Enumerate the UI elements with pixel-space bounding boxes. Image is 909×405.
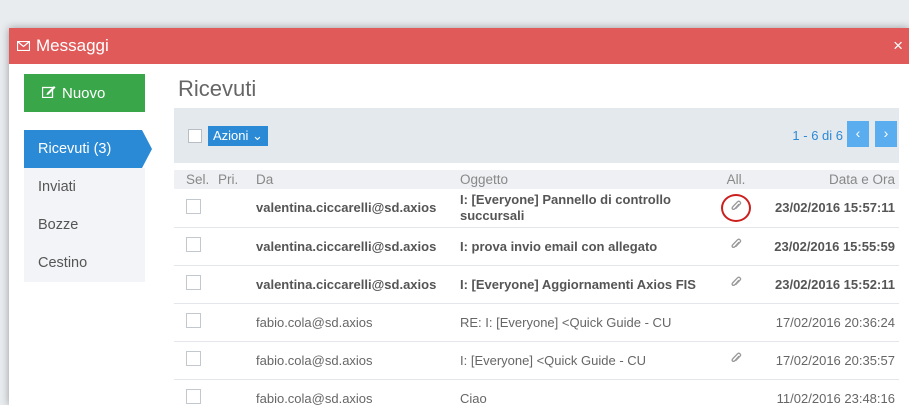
subject: I: [Everyone] <Quick Guide - CU (460, 341, 714, 380)
subject: RE: I: [Everyone] <Quick Guide - CU (460, 303, 714, 342)
table-row[interactable]: valentina.ciccarelli@sd.axios I: [Everyo… (174, 265, 899, 304)
table-row[interactable]: valentina.ciccarelli@sd.axios I: [Everyo… (174, 189, 899, 228)
subject: I: prova invio email con allegato (460, 227, 714, 266)
priority-cell (218, 303, 256, 342)
title-bar: Messaggi × (9, 28, 909, 64)
select-all-checkbox[interactable] (188, 129, 202, 143)
toolbar: Azioni ⌄ 1 - 6 di 6 ‹ › (174, 108, 899, 163)
received-date: 17/02/2016 20:36:24 (758, 303, 899, 342)
attachment-cell (714, 379, 758, 405)
paperclip-icon[interactable] (730, 276, 742, 292)
sender: valentina.ciccarelli@sd.axios (256, 265, 460, 304)
subject: I: [Everyone] Aggiornamenti Axios FIS (460, 265, 714, 304)
received-date: 23/02/2016 15:52:11 (758, 265, 899, 304)
edit-icon (41, 85, 56, 102)
folder-drafts[interactable]: Bozze (24, 206, 145, 244)
priority-cell (218, 189, 256, 228)
window-title-text: Messaggi (36, 36, 109, 55)
subject: I: [Everyone] Pannello di controllo succ… (460, 189, 714, 228)
col-date[interactable]: Data e Ora (758, 170, 899, 189)
col-attach: All. (714, 170, 758, 189)
actions-dropdown[interactable]: Azioni ⌄ (208, 126, 268, 146)
priority-cell (218, 227, 256, 266)
table-header: Sel. Pri. Da Oggetto All. Data e Ora (174, 170, 899, 189)
sender: fabio.cola@sd.axios (256, 379, 460, 405)
pagination-info: 1 - 6 di 6 (792, 128, 843, 143)
new-message-button[interactable]: Nuovo (24, 74, 145, 112)
sender: fabio.cola@sd.axios (256, 341, 460, 380)
row-checkbox[interactable] (186, 237, 201, 252)
row-checkbox[interactable] (186, 198, 201, 214)
received-date: 23/02/2016 15:55:59 (758, 227, 899, 266)
sidebar: Nuovo Ricevuti (3) Inviati Bozze Cestino (24, 74, 154, 282)
close-icon[interactable]: × (893, 36, 903, 56)
sender: valentina.ciccarelli@sd.axios (256, 189, 460, 228)
messages-window: Messaggi × Nuovo Ricevuti (3) Inviati Bo… (9, 28, 909, 405)
folder-inbox[interactable]: Ricevuti (3) (24, 130, 152, 168)
received-date: 11/02/2016 23:48:16 (758, 379, 899, 405)
attachment-highlight (721, 193, 751, 222)
sender: fabio.cola@sd.axios (256, 303, 460, 342)
priority-cell (218, 379, 256, 405)
folder-sent[interactable]: Inviati (24, 168, 145, 206)
next-page-button[interactable]: › (875, 121, 897, 147)
received-date: 23/02/2016 15:57:11 (758, 189, 899, 228)
paperclip-icon[interactable] (730, 200, 742, 216)
envelope-icon (16, 36, 31, 56)
table-row[interactable]: fabio.cola@sd.axios Ciao 11/02/2016 23:4… (174, 379, 899, 405)
table-row[interactable]: fabio.cola@sd.axios RE: I: [Everyone] <Q… (174, 303, 899, 342)
new-message-label: Nuovo (62, 84, 106, 102)
received-date: 17/02/2016 20:35:57 (758, 341, 899, 380)
row-checkbox[interactable] (186, 351, 201, 366)
messages-table: Sel. Pri. Da Oggetto All. Data e Ora val… (174, 170, 899, 405)
col-from[interactable]: Da (256, 170, 460, 189)
sender: valentina.ciccarelli@sd.axios (256, 227, 460, 266)
attachment-cell (714, 303, 758, 342)
row-checkbox[interactable] (186, 389, 201, 404)
paperclip-icon[interactable] (730, 238, 742, 254)
row-checkbox[interactable] (186, 313, 201, 328)
col-pri: Pri. (218, 170, 256, 189)
table-row[interactable]: fabio.cola@sd.axios I: [Everyone] <Quick… (174, 341, 899, 380)
priority-cell (218, 341, 256, 380)
main-content: Ricevuti Azioni ⌄ 1 - 6 di 6 ‹ › Sel. Pr… (174, 72, 899, 405)
window-title: Messaggi (16, 36, 109, 56)
col-subject[interactable]: Oggetto (460, 170, 714, 189)
table-row[interactable]: valentina.ciccarelli@sd.axios I: prova i… (174, 227, 899, 266)
folder-list: Ricevuti (3) Inviati Bozze Cestino (24, 130, 154, 282)
row-checkbox[interactable] (186, 275, 201, 290)
prev-page-button[interactable]: ‹ (847, 121, 869, 147)
subject: Ciao (460, 379, 714, 405)
paperclip-icon[interactable] (730, 352, 742, 368)
folder-trash[interactable]: Cestino (24, 244, 145, 282)
priority-cell (218, 265, 256, 304)
col-sel: Sel. (174, 170, 218, 189)
page-title: Ricevuti (178, 76, 257, 101)
